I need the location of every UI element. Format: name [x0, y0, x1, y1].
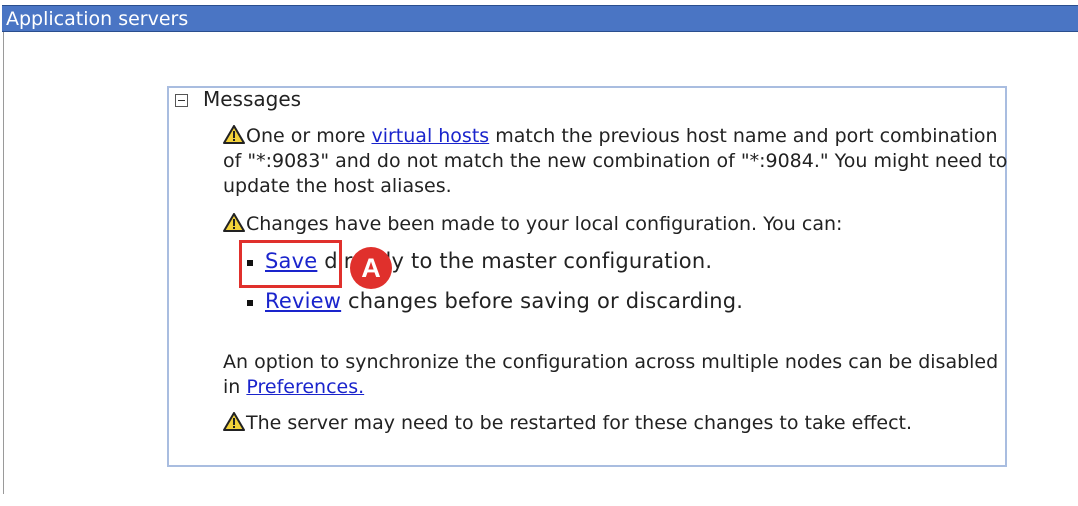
warning1-suffix: match the previous host name and port co…	[489, 125, 998, 147]
warning-icon	[223, 213, 245, 232]
review-text: changes before saving or discarding.	[341, 289, 744, 313]
warning3-text: The server may need to be restarted for …	[246, 412, 913, 434]
sync-line2: in Preferences.	[223, 375, 364, 400]
page-title: Application servers	[6, 8, 189, 30]
bullet-icon	[247, 300, 253, 306]
warning1-line2: of "*:9083" and do not match the new com…	[223, 150, 1008, 172]
warning-local-changes: Changes have been made to your local con…	[223, 212, 842, 237]
save-highlight-box	[239, 240, 342, 288]
warning-restart: The server may need to be restarted for …	[223, 411, 912, 436]
messages-heading: Messages	[203, 87, 302, 111]
sync-prefix: in	[223, 376, 247, 398]
bullet-review: Review changes before saving or discardi…	[265, 289, 743, 313]
warning-icon	[223, 125, 245, 144]
virtual-hosts-link[interactable]: virtual hosts	[371, 125, 489, 147]
title-bar: Application servers	[2, 5, 1078, 32]
preferences-link[interactable]: Preferences.	[246, 376, 364, 398]
warning1-prefix: One or more	[246, 125, 372, 147]
annotation-marker: A	[350, 247, 392, 289]
warning-icon	[223, 412, 245, 431]
warning1-line3: update the host aliases.	[223, 175, 452, 197]
sync-line1: An option to synchronize the configurati…	[223, 351, 999, 373]
left-divider	[3, 32, 4, 494]
warning2-text: Changes have been made to your local con…	[246, 213, 843, 235]
collapse-icon[interactable]	[175, 94, 188, 107]
warning-virtual-hosts: One or more virtual hosts match the prev…	[223, 124, 998, 149]
review-link[interactable]: Review	[265, 289, 341, 313]
